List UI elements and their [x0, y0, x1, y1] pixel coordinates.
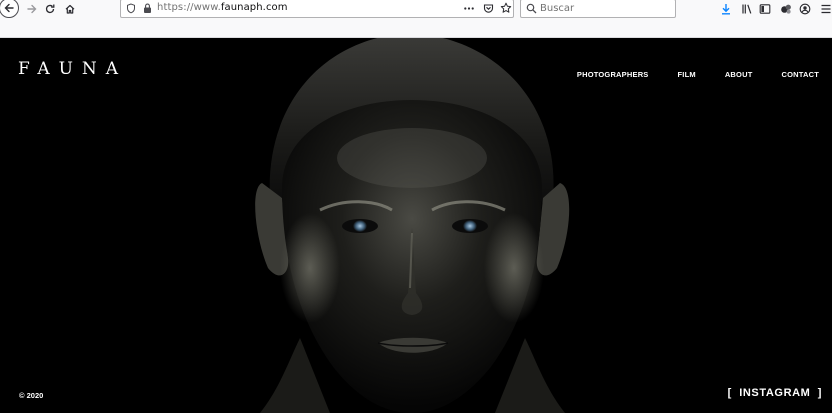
nav-photographers[interactable]: PHOTOGRAPHERS — [577, 70, 649, 79]
sidebar-icon — [759, 4, 771, 14]
url-text[interactable]: https://www.faunaph.com — [157, 2, 288, 13]
back-icon — [4, 3, 14, 13]
website: FAUNA PHOTOGRAPHERS FILM ABOUT CONTACT ©… — [0, 38, 832, 413]
star-icon[interactable] — [500, 2, 512, 14]
browser-toolbar: https://www.faunaph.com Buscar — [0, 0, 832, 38]
copyright-text: © 2020 — [19, 391, 44, 400]
home-icon — [65, 4, 75, 14]
sidebar-button[interactable] — [755, 0, 775, 18]
home-button[interactable] — [60, 0, 80, 18]
search-bar[interactable]: Buscar — [520, 0, 676, 18]
main-nav: PHOTOGRAPHERS FILM ABOUT CONTACT — [548, 70, 819, 79]
lock-icon[interactable] — [143, 3, 152, 14]
hero-portrait-image — [0, 38, 832, 413]
shield-icon[interactable] — [126, 3, 136, 14]
library-button[interactable] — [737, 0, 757, 18]
more-icon[interactable] — [464, 7, 474, 10]
account-icon — [799, 3, 811, 15]
downloads-button[interactable] — [716, 0, 736, 18]
extensions-icon — [781, 4, 791, 14]
search-icon — [526, 3, 537, 14]
reload-icon — [45, 4, 55, 14]
pocket-icon[interactable] — [483, 3, 494, 14]
nav-about[interactable]: ABOUT — [725, 70, 753, 79]
menu-button[interactable] — [816, 0, 832, 18]
back-button[interactable] — [0, 0, 19, 18]
nav-film[interactable]: FILM — [678, 70, 696, 79]
extensions-button[interactable] — [776, 0, 796, 18]
forward-button[interactable] — [22, 0, 42, 18]
menu-icon — [821, 4, 831, 14]
search-placeholder: Buscar — [540, 3, 575, 14]
library-icon — [742, 4, 752, 14]
nav-contact[interactable]: CONTACT — [781, 70, 819, 79]
download-icon — [722, 4, 730, 15]
forward-icon — [27, 4, 37, 14]
url-bar[interactable]: https://www.faunaph.com — [120, 0, 514, 18]
reload-button[interactable] — [40, 0, 60, 18]
site-logo[interactable]: FAUNA — [18, 59, 127, 79]
account-button[interactable] — [795, 0, 815, 18]
instagram-link[interactable]: [ INSTAGRAM ] — [728, 387, 822, 399]
